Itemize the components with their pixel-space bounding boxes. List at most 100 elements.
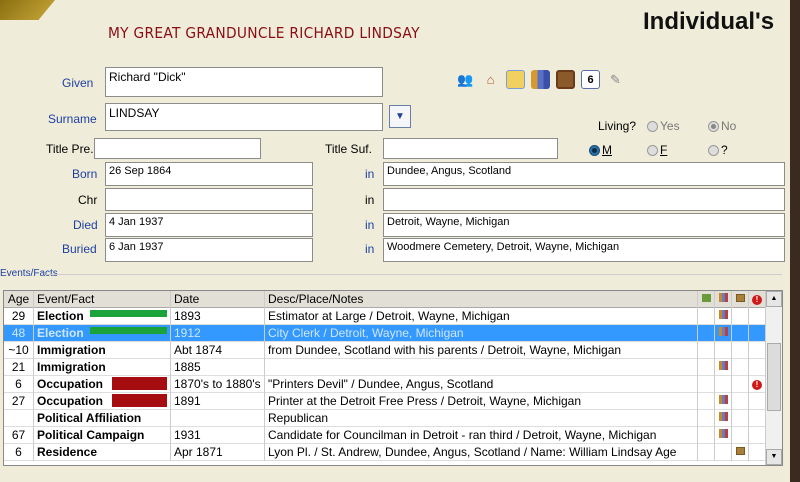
- col-source[interactable]: [715, 291, 732, 308]
- event-cell: Immigration: [34, 342, 171, 359]
- picture-icon[interactable]: [556, 70, 575, 89]
- col-media[interactable]: [732, 291, 749, 308]
- event-cell: Residence: [34, 444, 171, 461]
- sex-unknown-label: ?: [721, 143, 728, 157]
- col-people[interactable]: [698, 291, 715, 308]
- source-cell[interactable]: [715, 410, 732, 427]
- surname-input[interactable]: LINDSAY: [105, 103, 383, 131]
- died-date-input[interactable]: 4 Jan 1937: [105, 213, 313, 237]
- sex-unknown-radio[interactable]: ?: [708, 143, 728, 157]
- title-pre-input[interactable]: [94, 138, 261, 159]
- source-cell[interactable]: [715, 308, 732, 325]
- died-label: Died: [73, 218, 98, 232]
- media-cell[interactable]: [732, 342, 749, 359]
- event-label: Occupation: [37, 377, 104, 391]
- scroll-icon[interactable]: ✎: [606, 70, 625, 89]
- sex-f-radio[interactable]: F: [647, 143, 667, 157]
- scroll-down-button[interactable]: ▼: [766, 449, 782, 465]
- col-age[interactable]: Age: [4, 291, 34, 308]
- buried-in-label: in: [365, 242, 375, 256]
- source-cell[interactable]: [715, 376, 732, 393]
- event-label: Political Affiliation: [37, 411, 142, 425]
- table-row[interactable]: 67 Political Campaign 1931 Candidate for…: [4, 427, 766, 444]
- event-cell: Election: [34, 308, 171, 325]
- living-yes-radio[interactable]: Yes: [647, 119, 680, 133]
- people-icon[interactable]: 👥: [456, 70, 475, 89]
- chr-date-input[interactable]: [105, 188, 313, 211]
- event-cell: Occupation: [34, 393, 171, 410]
- alert-cell: [749, 410, 766, 427]
- table-header: Age Event/Fact Date Desc/Place/Notes !: [4, 291, 766, 308]
- living-no-radio[interactable]: No: [708, 119, 736, 133]
- source-cell[interactable]: [715, 325, 732, 342]
- house-icon[interactable]: ⌂: [481, 70, 500, 89]
- born-date-input[interactable]: 26 Sep 1864: [105, 162, 313, 186]
- media-cell[interactable]: [732, 376, 749, 393]
- alert-cell: [749, 359, 766, 376]
- scroll-thumb[interactable]: [767, 343, 781, 411]
- given-label: Given: [62, 76, 94, 90]
- alert-icon: !: [752, 380, 762, 390]
- col-alert[interactable]: !: [749, 291, 766, 308]
- died-place-input[interactable]: Detroit, Wayne, Michigan: [383, 213, 785, 237]
- people-cell: [698, 342, 715, 359]
- media-cell[interactable]: [732, 308, 749, 325]
- table-row[interactable]: 27 Occupation 1891 Printer at the Detroi…: [4, 393, 766, 410]
- group-divider: [46, 274, 782, 275]
- event-label: Political Campaign: [37, 428, 145, 442]
- age-cell: 67: [4, 427, 34, 444]
- media-cell[interactable]: [732, 427, 749, 444]
- table-row[interactable]: 21 Immigration 1885: [4, 359, 766, 376]
- calendar-icon[interactable]: 6: [581, 70, 600, 89]
- source-cell[interactable]: [715, 342, 732, 359]
- date-cell: 1885: [171, 359, 265, 376]
- source-cell[interactable]: [715, 359, 732, 376]
- title-suf-input[interactable]: [383, 138, 558, 159]
- color-tag: [112, 394, 167, 407]
- media-cell[interactable]: [732, 444, 749, 461]
- date-cell: 1893: [171, 308, 265, 325]
- table-row[interactable]: 29 Election 1893 Estimator at Large / De…: [4, 308, 766, 325]
- col-desc[interactable]: Desc/Place/Notes: [265, 291, 698, 308]
- age-cell: 27: [4, 393, 34, 410]
- buried-place-input[interactable]: Woodmere Cemetery, Detroit, Wayne, Michi…: [383, 238, 785, 262]
- event-label: Election: [37, 326, 84, 340]
- age-cell: 29: [4, 308, 34, 325]
- books-icon[interactable]: [531, 70, 550, 89]
- media-cell[interactable]: [732, 393, 749, 410]
- given-input[interactable]: Richard "Dick": [105, 67, 383, 97]
- window-title: Individual's: [643, 8, 775, 35]
- notepad-icon[interactable]: [506, 70, 525, 89]
- scrollbar[interactable]: ▲ ▼: [765, 291, 782, 465]
- sex-m-radio[interactable]: M: [589, 143, 612, 157]
- color-tag: [90, 327, 167, 334]
- col-event[interactable]: Event/Fact: [34, 291, 171, 308]
- media-cell[interactable]: [732, 410, 749, 427]
- source-cell[interactable]: [715, 444, 732, 461]
- scroll-up-button[interactable]: ▲: [766, 291, 782, 307]
- source-cell[interactable]: [715, 393, 732, 410]
- media-cell[interactable]: [732, 359, 749, 376]
- table-row[interactable]: 6 Occupation 1870's to 1880's "Printers …: [4, 376, 766, 393]
- people-cell: [698, 376, 715, 393]
- source-icon: [718, 310, 728, 319]
- surname-dropdown-button[interactable]: ▼: [389, 105, 411, 128]
- table-row[interactable]: Political Affiliation Republican: [4, 410, 766, 427]
- table-row[interactable]: 6 Residence Apr 1871 Lyon Pl. / St. Andr…: [4, 444, 766, 461]
- living-yes-label: Yes: [660, 119, 680, 133]
- col-date[interactable]: Date: [171, 291, 265, 308]
- event-cell: Political Campaign: [34, 427, 171, 444]
- alert-cell: [749, 325, 766, 342]
- desc-cell: Candidate for Councilman in Detroit - ra…: [265, 427, 698, 444]
- desc-cell: Printer at the Detroit Free Press / Detr…: [265, 393, 698, 410]
- title-pre-label: Title Pre.: [46, 142, 94, 156]
- chr-place-input[interactable]: [383, 188, 785, 211]
- table-row[interactable]: ~10 Immigration Abt 1874 from Dundee, Sc…: [4, 342, 766, 359]
- born-place-input[interactable]: Dundee, Angus, Scotland: [383, 162, 785, 186]
- buried-date-input[interactable]: 6 Jan 1937: [105, 238, 313, 262]
- alert-cell: [749, 427, 766, 444]
- media-cell[interactable]: [732, 325, 749, 342]
- events-table: Age Event/Fact Date Desc/Place/Notes ! 2…: [3, 290, 783, 466]
- table-row[interactable]: 48 Election 1912 City Clerk / Detroit, W…: [4, 325, 766, 342]
- source-cell[interactable]: [715, 427, 732, 444]
